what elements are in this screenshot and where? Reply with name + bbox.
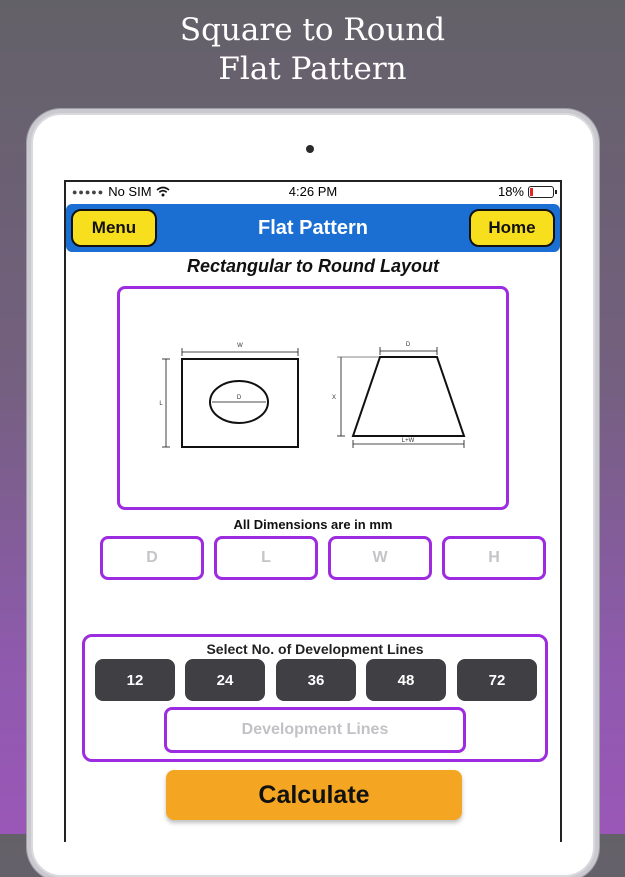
home-button[interactable]: Home [469,209,555,247]
label-bottom: L+W [402,438,415,444]
battery-percent: 18% [497,184,524,199]
status-bar: ●●●●● No SIM 4:26 PM 18% [66,182,560,202]
label-d-circle: D [237,395,242,401]
label-x: X [332,395,336,401]
headline-line-1: Square to Round [179,12,446,48]
layout-title: Rectangular to Round Layout [187,256,439,276]
input-h[interactable]: H [442,536,546,580]
input-l[interactable]: L [214,536,318,580]
nav-bar: Menu Flat Pattern Home [66,204,560,252]
plan-view [162,348,299,448]
development-lines-input[interactable]: Development Lines [164,707,466,753]
lines-option-48[interactable]: 48 [366,659,446,701]
development-lines-panel: Select No. of Development Lines 12 24 36… [82,634,548,762]
transition-diagram: W D L D X L+W [159,342,466,448]
calculate-button[interactable]: Calculate [166,770,462,820]
lines-option-24[interactable]: 24 [185,659,265,701]
input-w[interactable]: W [328,536,432,580]
elevation-view [337,347,466,448]
headline-line-2: Flat Pattern [218,51,407,87]
status-time: 4:26 PM [288,184,338,199]
label-l: L [159,401,163,407]
diagram-box: W D L D X L+W [117,286,509,510]
battery-icon [528,185,557,198]
input-d[interactable]: D [100,536,204,580]
lines-option-72[interactable]: 72 [457,659,537,701]
label-w: W [237,343,243,349]
camera-dot [306,145,314,153]
lines-option-12[interactable]: 12 [95,659,175,701]
development-title: Select No. of Development Lines [206,641,424,657]
dimensions-note: All Dimensions are in mm [233,517,393,532]
label-d-top: D [406,342,411,348]
app-screen: ●●●●● No SIM 4:26 PM 18% Menu Flat Patte… [64,180,562,842]
lines-option-36[interactable]: 36 [276,659,356,701]
